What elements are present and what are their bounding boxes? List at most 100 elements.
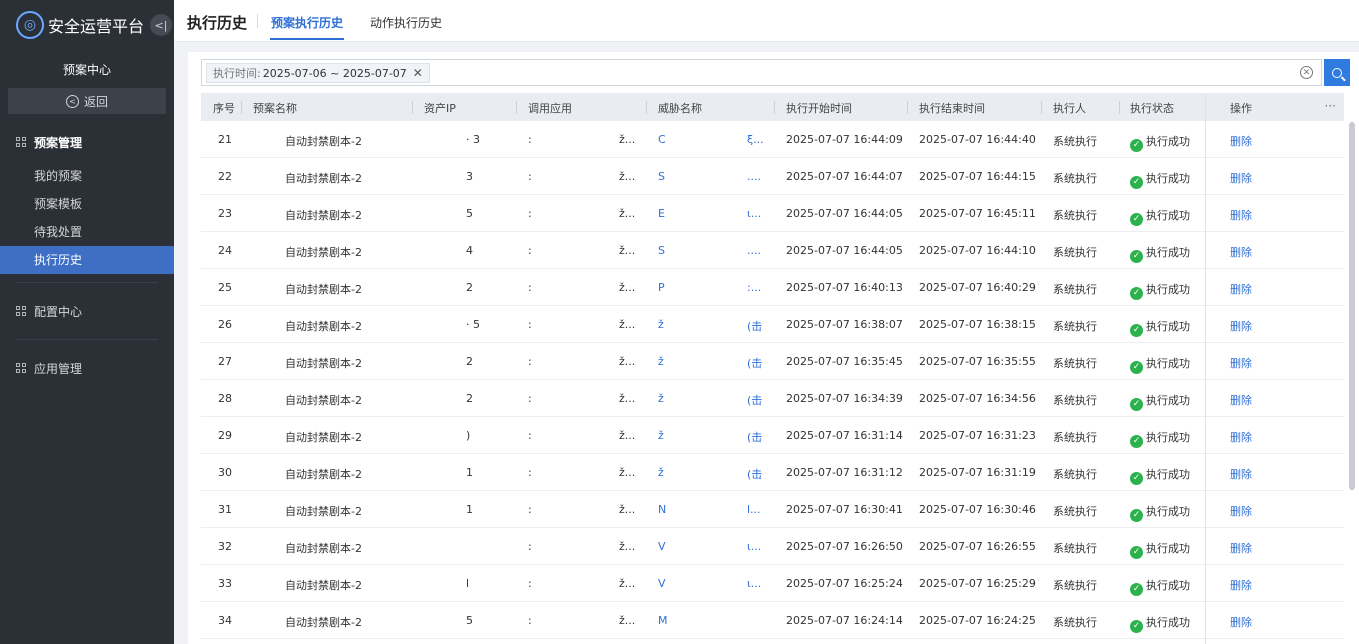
header-end-time[interactable]: 执行结束时间 <box>919 100 985 116</box>
plan-name: 自动封禁剧本-2 <box>285 320 362 333</box>
delete-link[interactable]: 删除 <box>1230 207 1252 223</box>
app-name: : <box>528 318 532 331</box>
sidebar-group-config-center[interactable]: 配置中心 <box>0 291 174 331</box>
table-row[interactable]: 29 自动封禁剧本-2): ž... ž (击 2025-07-07 16:31:14 20… <box>201 417 1344 454</box>
sidebar-group-plan-management[interactable]: 预案管理 <box>0 122 174 162</box>
header-app[interactable]: 调用应用 <box>528 100 572 116</box>
header-no[interactable]: 序号 <box>213 100 235 116</box>
header-executor[interactable]: 执行人 <box>1053 100 1086 116</box>
threat-name-overflow[interactable]: (击 <box>747 318 762 334</box>
app-name: : <box>528 466 532 479</box>
back-button[interactable]: < 返回 <box>8 88 166 114</box>
sidebar-item-my-plans[interactable]: 我的预案 <box>0 162 174 190</box>
threat-name-overflow[interactable]: ι... <box>747 577 761 590</box>
threat-name-overflow[interactable]: (击 <box>747 429 762 445</box>
threat-name[interactable]: S <box>658 244 665 257</box>
close-icon[interactable]: ✕ <box>413 66 423 80</box>
header-asset-ip[interactable]: 资产IP <box>424 100 456 116</box>
status-badge: ✓ 执行成功 <box>1130 503 1190 522</box>
scrollbar[interactable] <box>1349 122 1355 490</box>
threat-name-overflow[interactable]: ξ... <box>747 133 764 146</box>
app-name: : <box>528 170 532 183</box>
threat-name[interactable]: M <box>658 614 668 627</box>
threat-name[interactable]: ž <box>658 355 664 368</box>
threat-name-overflow[interactable]: ι... <box>747 207 761 220</box>
table-row[interactable]: 28 自动封禁剧本-2 2: ž... ž (击 2025-07-07 16:34:39 20… <box>201 380 1344 417</box>
app-name-overflow: ž... <box>619 133 636 146</box>
delete-link[interactable]: 删除 <box>1230 577 1252 593</box>
plan-name: 自动封禁剧本-2 <box>285 431 362 444</box>
threat-name-overflow[interactable]: (击 <box>747 392 762 408</box>
threat-name-overflow[interactable]: (击 <box>747 355 762 371</box>
collapse-left-icon[interactable]: <| <box>150 14 172 36</box>
table-row[interactable]: 26 自动封禁剧本-2 · 5: ž... ž (击 2025-07-07 16:38:07… <box>201 306 1344 343</box>
sidebar-item-execution-history[interactable]: 执行历史 <box>0 246 174 274</box>
executor: 系统执行 <box>1053 468 1097 481</box>
threat-name[interactable]: C <box>658 133 666 146</box>
delete-link[interactable]: 删除 <box>1230 170 1252 186</box>
table-row[interactable]: 24 自动封禁剧本-2 4: ž... S.... 2025-07-07 16:44:05… <box>201 232 1344 269</box>
threat-name-overflow[interactable]: l... <box>747 503 761 516</box>
threat-name[interactable]: ž <box>658 392 664 405</box>
threat-name[interactable]: P <box>658 281 665 294</box>
delete-link[interactable]: 删除 <box>1230 503 1252 519</box>
threat-name[interactable]: ž <box>658 466 664 479</box>
table-row[interactable]: 30 自动封禁剧本-2 1: ž... ž (击 2025-07-07 16:31:12 20… <box>201 454 1344 491</box>
delete-link[interactable]: 删除 <box>1230 392 1252 408</box>
threat-name-overflow[interactable]: ι... <box>747 540 761 553</box>
sidebar-item-plan-templates[interactable]: 预案模板 <box>0 190 174 218</box>
clear-circle-icon[interactable]: ✕ <box>1300 66 1313 79</box>
tab-plan-execution-history[interactable]: 预案执行历史 <box>271 14 343 31</box>
threat-name[interactable]: V <box>658 540 666 553</box>
app-name: : <box>528 355 532 368</box>
threat-name-overflow[interactable]: .... <box>747 244 761 257</box>
filter-input[interactable]: 执行时间: 2025-07-06 ~ 2025-07-07 ✕ ✕ <box>201 59 1322 86</box>
threat-name-overflow[interactable]: :... <box>747 281 761 294</box>
delete-link[interactable]: 删除 <box>1230 355 1252 371</box>
header-plan-name[interactable]: 预案名称 <box>253 100 297 116</box>
threat-name[interactable]: E <box>658 207 665 220</box>
header-start-time[interactable]: 执行开始时间 <box>786 100 852 116</box>
status-text: 执行成功 <box>1146 209 1190 222</box>
threat-name[interactable]: ž <box>658 318 664 331</box>
table-row[interactable]: 33 自动封禁剧本-2 l: ž... Vι... 2025-07-07 16:25:24… <box>201 565 1344 602</box>
table-row[interactable]: 27 自动封禁剧本-2 2: ž... ž (击 2025-07-07 16:35:45 20… <box>201 343 1344 380</box>
header-threat-name[interactable]: 威胁名称 <box>658 100 702 116</box>
app-name-overflow: ž... <box>619 355 636 368</box>
search-button[interactable] <box>1324 59 1350 86</box>
delete-link[interactable]: 删除 <box>1230 614 1252 630</box>
delete-link[interactable]: 删除 <box>1230 540 1252 556</box>
threat-name-overflow[interactable]: .... <box>747 170 761 183</box>
delete-link[interactable]: 删除 <box>1230 429 1252 445</box>
sidebar-group-app-management[interactable]: 应用管理 <box>0 348 174 388</box>
table-row[interactable]: 21 自动封禁剧本-2 · 3: ž... Cξ... 2025-07-07 16:44:… <box>201 121 1344 158</box>
header-separator <box>907 101 908 114</box>
table-row[interactable]: 22 自动封禁剧本-2 3: ž... S.... 2025-07-07 16:44:07… <box>201 158 1344 195</box>
threat-name[interactable]: N <box>658 503 666 516</box>
table-row[interactable]: 23 自动封禁剧本-2 5: ž... Eι... 2025-07-07 16:44:05… <box>201 195 1344 232</box>
status-text: 执行成功 <box>1146 468 1190 481</box>
delete-link[interactable]: 删除 <box>1230 133 1252 149</box>
delete-link[interactable]: 删除 <box>1230 466 1252 482</box>
more-icon[interactable]: ··· <box>1325 99 1336 113</box>
table-row[interactable]: 34 自动封禁剧本-2 5: ž... M 2025-07-07 16:24:14 2025… <box>201 602 1344 639</box>
header-status[interactable]: 执行状态 <box>1130 100 1174 116</box>
threat-name-overflow[interactable]: (击 <box>747 466 762 482</box>
delete-link[interactable]: 删除 <box>1230 244 1252 260</box>
executor: 系统执行 <box>1053 431 1097 444</box>
table-row[interactable]: 25 自动封禁剧本-2 2: ž... P:... 2025-07-07 16:40:13… <box>201 269 1344 306</box>
delete-link[interactable]: 删除 <box>1230 281 1252 297</box>
threat-name[interactable]: V <box>658 577 666 590</box>
table-row[interactable]: 32 自动封禁剧本-2: ž... Vι... 2025-07-07 16:26:50 2… <box>201 528 1344 565</box>
sidebar-section-title: 预案中心 <box>62 63 111 77</box>
threat-name[interactable]: S <box>658 170 665 183</box>
start-time: 2025-07-07 16:35:45 <box>786 355 903 368</box>
tab-action-execution-history[interactable]: 动作执行历史 <box>370 14 442 31</box>
asset-ip: 5 <box>466 207 473 220</box>
table-row[interactable]: 31 自动封禁剧本-2 1: ž... Nl... 2025-07-07 16:30:41… <box>201 491 1344 528</box>
sidebar-item-pending[interactable]: 待我处置 <box>0 218 174 246</box>
delete-link[interactable]: 删除 <box>1230 318 1252 334</box>
plan-name: 自动封禁剧本-2 <box>285 542 362 555</box>
status-text: 执行成功 <box>1146 246 1190 259</box>
threat-name[interactable]: ž <box>658 429 664 442</box>
